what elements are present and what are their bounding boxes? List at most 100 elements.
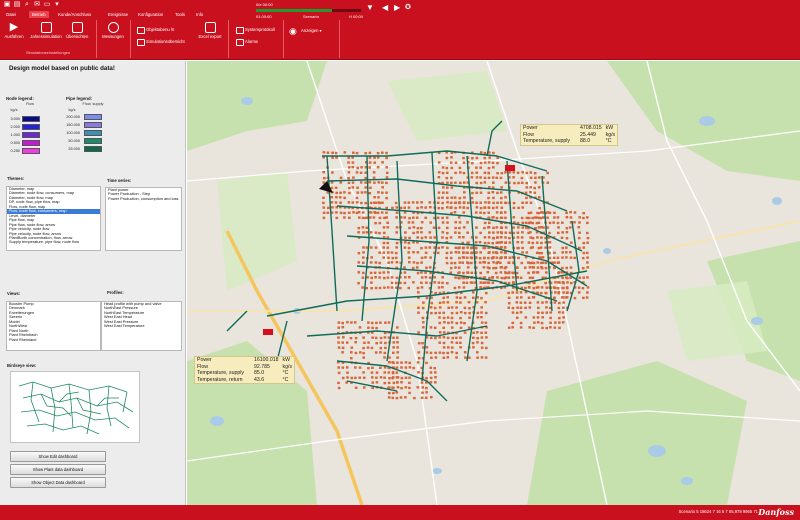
house	[396, 341, 399, 344]
house	[437, 206, 441, 210]
overview-button[interactable]: Übersichten	[66, 22, 88, 39]
tab-kunde[interactable]: Kunde/Anschluss	[55, 11, 94, 18]
time-slider[interactable]: 0/e 00:00 01.00:00 Szenario H 00:00	[256, 2, 363, 19]
system-log-button[interactable]: Systemprotokoll	[236, 26, 275, 34]
search-icon[interactable]: ⌕	[23, 1, 31, 9]
house	[382, 271, 386, 274]
house	[536, 236, 539, 239]
house	[519, 311, 523, 314]
show-edit-dashboard-button[interactable]: Show Edit dashboard	[10, 451, 106, 462]
list-item[interactable]: Plant Rheinland	[7, 337, 100, 342]
plant-north[interactable]	[505, 165, 515, 171]
house	[459, 321, 463, 324]
plant-south[interactable]	[263, 329, 273, 335]
house	[471, 157, 474, 160]
house	[524, 306, 527, 310]
step-forward-icon[interactable]: ▶	[394, 4, 400, 12]
house	[577, 286, 581, 289]
list-item[interactable]: Power Production, consumption and loss	[106, 196, 181, 201]
view-button[interactable]: ◉ Anzeigen ▾	[289, 26, 335, 36]
house	[437, 191, 441, 194]
folder-icon[interactable]: ▭	[43, 1, 51, 9]
house	[394, 251, 398, 255]
house	[578, 216, 581, 219]
annual-sim-button[interactable]: Jahressimulation	[29, 22, 63, 39]
house	[396, 336, 399, 339]
house	[449, 201, 453, 204]
run-button[interactable]: ▶ Ausführen	[3, 22, 25, 40]
tab-tools[interactable]: Tools	[172, 11, 188, 18]
house	[434, 351, 437, 355]
house	[570, 281, 573, 285]
list-item[interactable]: West East Temperature	[102, 323, 181, 328]
house	[492, 201, 495, 205]
tab-info[interactable]: Info	[193, 11, 206, 18]
tab-konfiguration[interactable]: Konfiguration	[135, 11, 166, 18]
settings-icon[interactable]: ✪	[405, 4, 411, 12]
house	[529, 186, 532, 189]
house	[531, 246, 534, 249]
tab-betrieb[interactable]: Betrieb	[29, 11, 49, 18]
house	[429, 256, 432, 259]
excel-export-button[interactable]: Excel export	[196, 22, 224, 39]
house	[468, 356, 471, 359]
show-object-dashboard-button[interactable]: Show Object Data dashboard	[10, 477, 106, 488]
list-item[interactable]: Supply temperature, pipe flow, node flow	[7, 239, 100, 244]
objects-button[interactable]: Objektabenu ht	[137, 26, 174, 34]
plant-info-bottom[interactable]: Power 16100.018 kW Flow 92.785 kg/s Temperatur…	[194, 356, 296, 385]
house	[532, 261, 536, 265]
house	[396, 361, 399, 364]
house	[446, 356, 450, 359]
tab-datei[interactable]: Datei	[3, 11, 19, 18]
house	[353, 321, 357, 324]
house	[458, 196, 462, 200]
house	[556, 221, 560, 225]
house	[442, 316, 446, 320]
house	[496, 231, 500, 234]
house	[472, 331, 475, 334]
views-list[interactable]: Booster Pump Denmark Erweiterungen Szeerio M…	[6, 301, 101, 351]
play-dropdown-icon[interactable]: ▼	[366, 4, 374, 12]
house	[536, 261, 539, 264]
plant-info-top[interactable]: Power 4708.015 kW Flow 25.449 kg/s Temperature…	[520, 124, 619, 146]
house	[367, 326, 370, 329]
house	[464, 356, 467, 359]
house	[351, 161, 355, 164]
alarms-button[interactable]: Alarme	[236, 38, 258, 46]
sim-overview-button[interactable]: Simulationsübersicht	[137, 38, 185, 46]
dropdown-icon[interactable]: ▾	[53, 1, 61, 9]
house	[495, 251, 498, 254]
save-icon[interactable]: ▤	[13, 1, 21, 9]
app-icon[interactable]: ▣	[3, 1, 11, 9]
step-back-icon[interactable]: ◀	[382, 4, 388, 12]
house	[374, 201, 378, 204]
birdseye-view[interactable]	[10, 371, 140, 443]
house	[416, 361, 420, 364]
timeseries-list[interactable]: Plant power Power Production - Step Power …	[105, 187, 182, 251]
house	[447, 306, 450, 309]
show-plant-dashboard-button[interactable]: Show Plant data dashboard	[10, 464, 106, 475]
house	[517, 181, 520, 185]
house	[365, 231, 369, 234]
house	[433, 236, 436, 239]
tab-ereignisse[interactable]: Ereignisse	[105, 11, 131, 18]
pipe-legend-swatch	[84, 146, 102, 152]
house	[569, 211, 572, 214]
house	[523, 301, 527, 304]
house	[348, 186, 351, 190]
calendar-icon	[40, 22, 52, 33]
house	[565, 246, 568, 249]
house	[553, 216, 556, 219]
house	[488, 221, 491, 225]
measurements-button[interactable]: Messungen	[100, 22, 126, 39]
house	[541, 326, 544, 330]
themes-list[interactable]: Diameter, map Diameter, node flow, consum…	[6, 186, 101, 251]
house	[499, 216, 503, 219]
house	[376, 166, 380, 169]
house	[430, 301, 433, 305]
profiles-list[interactable]: Head profile with pump and valve NorthEas…	[101, 301, 182, 351]
email-icon[interactable]: ✉	[33, 1, 41, 9]
network-map[interactable]	[187, 61, 800, 505]
map-view[interactable]: Power 4708.015 kW Flow 25.449 kg/s Temperature…	[187, 61, 800, 505]
house	[352, 151, 355, 154]
